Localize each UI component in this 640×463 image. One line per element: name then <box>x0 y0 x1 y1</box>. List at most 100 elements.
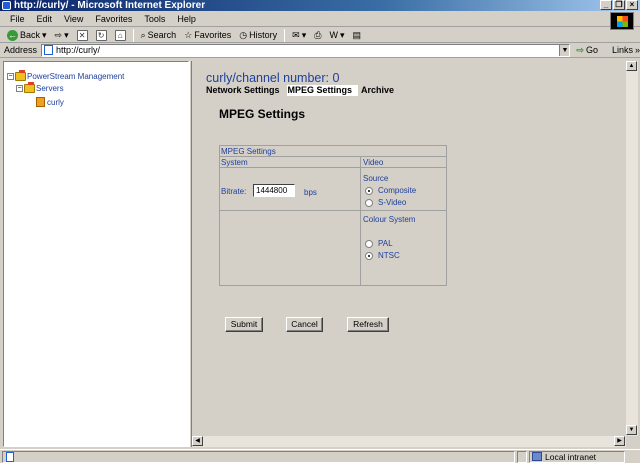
links-label: Links <box>611 45 633 55</box>
scroll-up-icon[interactable]: ▲ <box>626 61 637 71</box>
collapse-icon[interactable]: − <box>16 85 23 92</box>
back-button[interactable]: ← Back ▾ <box>4 28 50 42</box>
toolbar-separator <box>284 28 286 42</box>
forward-dropdown-icon: ▾ <box>64 29 69 40</box>
source-composite-label: Composite <box>378 186 417 195</box>
forward-arrow-icon: ⇨ <box>54 29 63 40</box>
discuss-icon: ▤ <box>352 29 361 40</box>
minimize-button[interactable]: _ <box>600 0 612 10</box>
address-bar: Address http://curly/ ▼ ⇨ Go Links » <box>0 43 640 58</box>
scrollbar-corner <box>626 436 638 447</box>
tree-item-servers[interactable]: − Servers <box>16 82 64 93</box>
back-arrow-icon: ← <box>7 29 18 41</box>
scroll-down-icon[interactable]: ▼ <box>626 425 637 435</box>
radio-composite[interactable] <box>365 186 373 195</box>
go-button[interactable]: ⇨ Go <box>576 45 598 56</box>
source-svideo-option[interactable]: S-Video <box>365 198 406 207</box>
edit-button[interactable]: W ▾ <box>326 28 347 42</box>
bitrate-input[interactable] <box>253 184 295 197</box>
print-button[interactable]: ⎙ <box>311 28 324 42</box>
cancel-button[interactable]: Cancel <box>286 317 323 332</box>
menu-tools[interactable]: Tools <box>138 14 171 24</box>
zone-label: Local intranet <box>545 451 597 462</box>
source-svideo-label: S-Video <box>378 198 407 207</box>
scroll-right-icon[interactable]: ▶ <box>614 436 625 446</box>
scroll-left-icon[interactable]: ◀ <box>192 436 203 446</box>
tree-server-label: curly <box>47 97 64 107</box>
history-button[interactable]: ◷ History <box>236 28 280 42</box>
history-icon: ◷ <box>239 29 248 40</box>
refresh-page-button[interactable]: ↻ <box>93 28 110 42</box>
discuss-button[interactable]: ▤ <box>349 28 364 42</box>
mpeg-settings-panel: MPEG Settings System Video Bitrate: bps … <box>219 145 447 286</box>
submit-button[interactable]: Submit <box>225 317 263 332</box>
radio-svideo[interactable] <box>365 198 373 207</box>
colour-pal-option[interactable]: PAL <box>365 239 393 248</box>
menu-view[interactable]: View <box>58 14 89 24</box>
title-bar: http://curly/ - Microsoft Internet Explo… <box>0 0 640 11</box>
print-icon: ⎙ <box>314 29 322 40</box>
forward-button[interactable]: ⇨ ▾ <box>52 28 72 42</box>
window-title: http://curly/ - Microsoft Internet Explo… <box>14 0 206 11</box>
links-button[interactable]: Links » <box>612 45 640 55</box>
server-icon <box>36 97 45 107</box>
favorites-button[interactable]: ☆ Favorites <box>181 28 234 42</box>
tab-mpeg-settings[interactable]: MPEG Settings <box>286 85 359 96</box>
colour-ntsc-option[interactable]: NTSC <box>365 251 400 260</box>
tree-root-label: PowerStream Management <box>27 72 125 81</box>
menu-bar: File Edit View Favorites Tools Help <box>0 11 640 30</box>
refresh-button[interactable]: Refresh <box>347 317 389 332</box>
stop-button[interactable]: ✕ <box>74 28 91 42</box>
home-button[interactable]: ⌂ <box>112 28 129 42</box>
search-icon: ⌕ <box>140 29 146 40</box>
mail-button[interactable]: ✉ ▾ <box>289 28 309 42</box>
maximize-button[interactable]: ❐ <box>613 0 625 10</box>
intranet-icon <box>532 452 542 461</box>
address-url: http://curly/ <box>56 45 101 55</box>
toolbar-separator <box>132 28 134 42</box>
collapse-icon[interactable]: − <box>7 73 14 80</box>
folder-icon <box>24 82 35 93</box>
status-cell <box>517 450 527 463</box>
menu-help[interactable]: Help <box>171 14 202 24</box>
tab-network-settings[interactable]: Network Settings <box>206 85 284 96</box>
menu-file[interactable]: File <box>4 14 31 24</box>
stop-icon: ✕ <box>76 29 88 41</box>
source-label: Source <box>363 174 389 183</box>
column-video: Video <box>363 158 384 167</box>
links-chevron-icon: » <box>634 45 640 55</box>
radio-pal[interactable] <box>365 239 373 248</box>
radio-ntsc[interactable] <box>365 251 373 260</box>
favorites-icon: ☆ <box>184 29 193 40</box>
address-input[interactable]: http://curly/ ▼ <box>41 43 571 57</box>
window-controls: _ ❐ × <box>600 0 638 10</box>
vertical-scrollbar[interactable]: ▲ ▼ <box>626 61 638 436</box>
search-button[interactable]: ⌕ Search <box>138 28 180 42</box>
go-arrow-icon: ⇨ <box>576 44 584 55</box>
menu-favorites[interactable]: Favorites <box>89 14 138 24</box>
mail-dropdown-icon: ▾ <box>301 29 307 40</box>
close-button[interactable]: × <box>626 0 638 10</box>
source-composite-option[interactable]: Composite <box>365 186 416 195</box>
folder-icon <box>15 70 26 81</box>
ie-icon <box>2 1 11 10</box>
status-bar: Local intranet <box>0 449 640 463</box>
colour-system-label: Colour System <box>363 215 416 224</box>
tree-item-root[interactable]: − PowerStream Management <box>7 70 125 81</box>
status-message <box>2 450 515 463</box>
horizontal-scrollbar[interactable]: ◀ ▶ <box>192 436 626 447</box>
address-label: Address <box>4 45 38 55</box>
menu-edit[interactable]: Edit <box>31 14 59 24</box>
tree-item-curly[interactable]: curly <box>36 97 64 107</box>
back-label: Back <box>20 30 41 40</box>
bitrate-unit: bps <box>304 188 317 197</box>
tree-servers-label: Servers <box>36 84 64 93</box>
settings-tabs: Network Settings MPEG Settings Archive <box>206 85 401 96</box>
home-icon: ⌂ <box>114 29 126 41</box>
toolbar: ← Back ▾ ⇨ ▾ ✕ ↻ ⌂ ⌕ Search ☆ Favorites … <box>0 28 640 43</box>
tab-archive[interactable]: Archive <box>361 85 398 96</box>
page-icon <box>44 45 54 55</box>
section-title: MPEG Settings <box>219 107 306 121</box>
go-label: Go <box>585 45 598 55</box>
address-dropdown-icon[interactable]: ▼ <box>559 44 570 56</box>
